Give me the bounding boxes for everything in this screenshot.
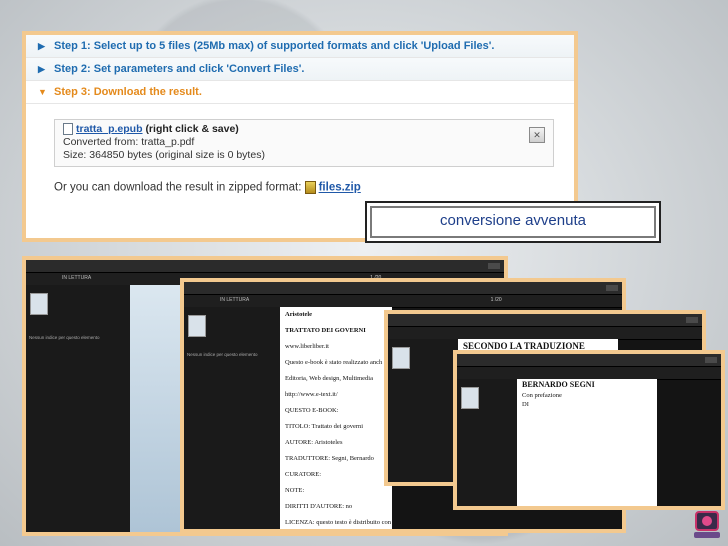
- document-page: BERNARDO SEGNI Con prefazione DI: [517, 379, 657, 506]
- zip-download-line: Or you can download the result in zipped…: [54, 181, 361, 194]
- doc-line: DI: [522, 401, 529, 408]
- no-index-text: Nessun indice per questo elemento: [29, 335, 100, 340]
- document-page: Aristotele TRATTATO DEI GOVERNI www.libe…: [280, 307, 392, 529]
- doc-line: Aristotele: [285, 311, 313, 318]
- reader-tab[interactable]: IN LETTURA: [62, 275, 91, 281]
- reader-sidebar: [457, 379, 518, 506]
- chevron-down-icon: ▼: [38, 87, 47, 97]
- book-thumbnail[interactable]: [30, 293, 48, 315]
- step-3-header[interactable]: ▼ Step 3: Download the result.: [26, 81, 574, 104]
- step-1-label: Step 1: Select up to 5 files (25Mb max) …: [54, 40, 495, 52]
- window-titlebar: [388, 314, 702, 327]
- doc-line: Questo e-book è stato realizzato anch: [285, 359, 383, 366]
- doc-line: TRADUTTORE: Segni, Bernardo: [285, 455, 374, 462]
- reader-screenshot-4: BERNARDO SEGNI Con prefazione DI: [453, 350, 725, 510]
- doc-title: BERNARDO SEGNI: [522, 380, 595, 389]
- step-3-label: Step 3: Download the result.: [54, 86, 202, 98]
- document-icon: [63, 123, 73, 136]
- reader-sidebar: Nessun indice per questo elemento: [184, 307, 281, 529]
- window-titlebar: [184, 282, 622, 295]
- epub-download-link[interactable]: tratta_p.epub: [76, 123, 143, 135]
- doc-line: NOTE:: [285, 487, 305, 494]
- doc-line: www.liberliber.it: [285, 343, 329, 350]
- logo-icon: [694, 511, 720, 538]
- step-2-header[interactable]: ▶ Step 2: Set parameters and click 'Conv…: [26, 58, 574, 81]
- doc-line: Con prefazione: [522, 392, 562, 399]
- book-thumbnail[interactable]: [188, 315, 206, 337]
- step-1-header[interactable]: ▶ Step 1: Select up to 5 files (25Mb max…: [26, 35, 574, 58]
- chevron-right-icon: ▶: [38, 41, 45, 51]
- chevron-right-icon: ▶: [38, 64, 45, 74]
- zip-download-link[interactable]: files.zip: [319, 182, 361, 194]
- result-file-box: tratta_p.epub (right click & save) Conve…: [54, 119, 554, 167]
- doc-line: TRATTATO DEI GOVERNI: [285, 327, 366, 334]
- doc-line: Editoria, Web design, Multimedia: [285, 375, 373, 382]
- doc-line: CURATORE:: [285, 471, 321, 478]
- window-titlebar: [457, 354, 721, 367]
- right-click-hint: (right click & save): [145, 123, 239, 135]
- doc-line: QUESTO E-BOOK:: [285, 407, 339, 414]
- close-icon[interactable]: ✕: [529, 127, 545, 143]
- doc-line: http://www.e-text.it/: [285, 391, 338, 398]
- doc-line: DIRITTI D'AUTORE: no: [285, 503, 353, 510]
- callout-label: conversione avvenuta: [365, 201, 661, 243]
- step-2-label: Step 2: Set parameters and click 'Conver…: [54, 63, 305, 75]
- converted-from-text: Converted from: tratta_p.pdf: [63, 136, 195, 148]
- window-titlebar: [26, 260, 504, 273]
- doc-line: AUTORE: Aristoteles: [285, 439, 343, 446]
- reader-tab[interactable]: IN LETTURA: [220, 297, 249, 303]
- doc-line: LICENZA: questo testo è distribuito con …: [285, 519, 392, 526]
- reader-sidebar: [388, 339, 459, 482]
- page-indicator: 1 /20: [490, 297, 502, 303]
- zip-prefix-text: Or you can download the result in zipped…: [54, 181, 302, 194]
- reader-sidebar: Nessun indice per questo elemento: [26, 285, 131, 532]
- file-size-text: Size: 364850 bytes (original size is 0 b…: [63, 149, 265, 161]
- no-index-text: Nessun indice per questo elemento: [187, 352, 258, 357]
- zip-icon: [304, 181, 316, 194]
- book-thumbnail[interactable]: [461, 387, 479, 409]
- doc-line: TITOLO: Trattato dei governi: [285, 423, 364, 430]
- book-thumbnail[interactable]: [392, 347, 410, 369]
